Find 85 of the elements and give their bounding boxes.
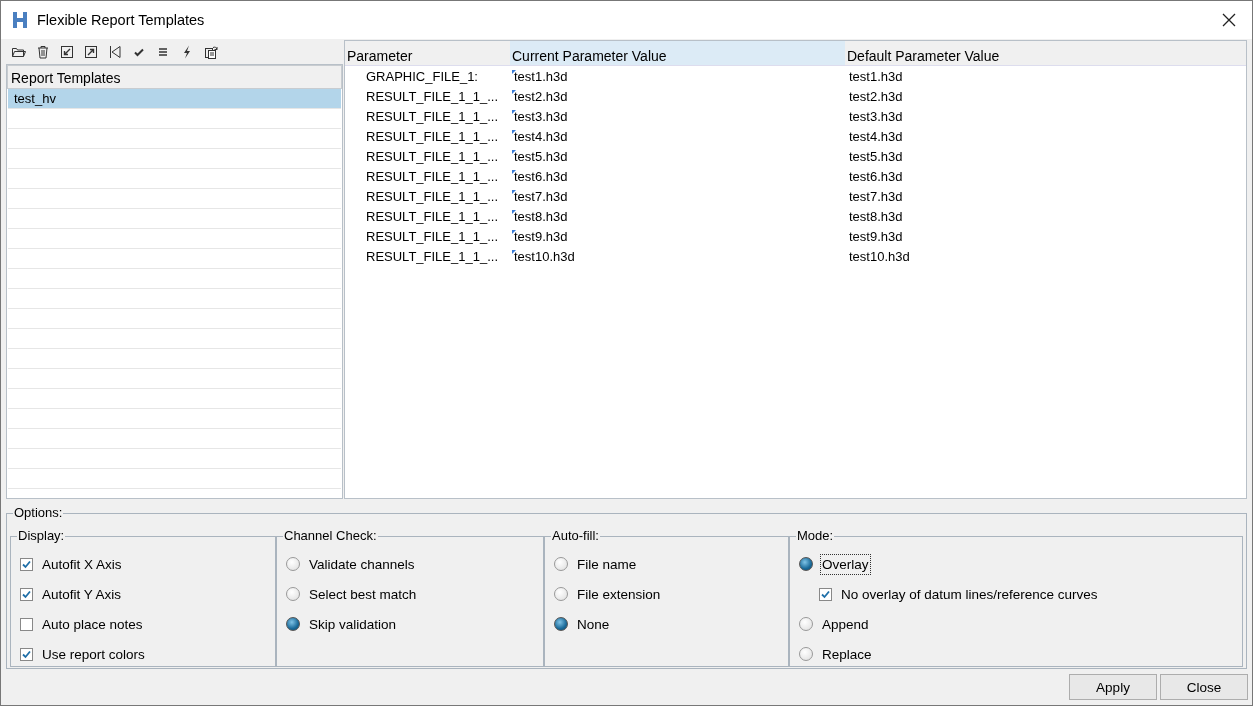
corner-marker-icon xyxy=(512,109,516,114)
option-label: File name xyxy=(576,555,638,574)
column-header[interactable]: Parameter xyxy=(345,41,510,65)
table-cell: RESULT_FILE_1_1_... xyxy=(366,188,498,204)
table-cell: test6.h3d xyxy=(514,168,568,184)
corner-marker-icon xyxy=(512,149,516,154)
column-header[interactable]: Default Parameter Value xyxy=(845,41,1246,65)
table-cell: test2.h3d xyxy=(849,88,903,104)
table-cell: RESULT_FILE_1_1_... xyxy=(366,248,498,264)
dialog-button[interactable]: Apply xyxy=(1069,674,1157,700)
radio-button[interactable] xyxy=(799,647,813,661)
table-cell: test7.h3d xyxy=(849,188,903,204)
option-label: Auto place notes xyxy=(41,615,144,634)
export-icon[interactable] xyxy=(83,44,99,60)
group-title: Display: xyxy=(17,528,66,544)
option-label: Validate channels xyxy=(308,555,416,574)
table-cell: test10.h3d xyxy=(849,248,910,264)
radio-button[interactable] xyxy=(554,617,568,631)
option-label: Use report colors xyxy=(41,645,146,664)
table-cell: RESULT_FILE_1_1_... xyxy=(366,208,498,224)
table-cell: test9.h3d xyxy=(514,228,568,244)
option-label: No overlay of datum lines/reference curves xyxy=(840,585,1099,604)
table-cell: GRAPHIC_FILE_1: xyxy=(366,68,478,84)
corner-marker-icon xyxy=(512,169,516,174)
close-icon[interactable] xyxy=(1222,13,1236,27)
table-cell: test10.h3d xyxy=(514,248,575,264)
radio-button[interactable] xyxy=(554,587,568,601)
corner-marker-icon xyxy=(512,89,516,94)
radio-button[interactable] xyxy=(286,557,300,571)
table-cell: RESULT_FILE_1_1_... xyxy=(366,128,498,144)
dialog-button[interactable]: Close xyxy=(1160,674,1248,700)
option-label: Select best match xyxy=(308,585,418,604)
trash-icon[interactable] xyxy=(35,44,51,60)
corner-marker-icon xyxy=(512,209,516,214)
table-cell: test5.h3d xyxy=(514,148,568,164)
list-item[interactable]: test_hv xyxy=(8,89,341,109)
corner-marker-icon xyxy=(512,229,516,234)
app-logo-icon xyxy=(12,11,28,29)
first-icon[interactable] xyxy=(107,44,123,60)
option-label: Autofit X Axis xyxy=(41,555,123,574)
radio-button[interactable] xyxy=(799,617,813,631)
column-header: Report Templates xyxy=(7,65,342,89)
table-cell: RESULT_FILE_1_1_... xyxy=(366,108,498,124)
option-label: None xyxy=(576,615,611,634)
checkbox[interactable] xyxy=(819,587,832,601)
table-cell: RESULT_FILE_1_1_... xyxy=(366,168,498,184)
option-label: Autofit Y Axis xyxy=(41,585,123,604)
corner-marker-icon xyxy=(512,69,516,74)
column-header[interactable]: Current Parameter Value xyxy=(510,41,845,65)
table-cell: test4.h3d xyxy=(849,128,903,144)
radio-button[interactable] xyxy=(799,557,813,571)
option-label: Overlay xyxy=(821,554,870,574)
table-cell: RESULT_FILE_1_1_... xyxy=(366,148,498,164)
checkbox[interactable] xyxy=(20,557,33,571)
group-title: Options: xyxy=(13,505,64,521)
table-cell: test7.h3d xyxy=(514,188,568,204)
checkbox[interactable] xyxy=(20,647,33,661)
table-cell: test4.h3d xyxy=(514,128,568,144)
table-cell: test5.h3d xyxy=(849,148,903,164)
table-cell: RESULT_FILE_1_1_... xyxy=(366,88,498,104)
radio-button[interactable] xyxy=(286,587,300,601)
corner-marker-icon xyxy=(512,249,516,254)
table-cell: test8.h3d xyxy=(849,208,903,224)
option-label: Append xyxy=(821,615,870,634)
table-cell: test1.h3d xyxy=(849,68,903,84)
corner-marker-icon xyxy=(512,189,516,194)
import-icon[interactable] xyxy=(59,44,75,60)
option-label: File extension xyxy=(576,585,662,604)
window-title: Flexible Report Templates xyxy=(37,12,206,28)
table-cell: test3.h3d xyxy=(514,108,568,124)
table-cell: test3.h3d xyxy=(849,108,903,124)
option-label: Replace xyxy=(821,645,873,664)
table-cell: test2.h3d xyxy=(514,88,568,104)
table-cell: test9.h3d xyxy=(849,228,903,244)
checkbox[interactable] xyxy=(20,587,33,601)
table-cell: test6.h3d xyxy=(849,168,903,184)
radio-button[interactable] xyxy=(554,557,568,571)
copy-icon[interactable] xyxy=(203,44,219,60)
radio-button[interactable] xyxy=(286,617,300,631)
option-label: Skip validation xyxy=(308,615,398,634)
checkbox[interactable] xyxy=(20,617,33,631)
table-cell: test8.h3d xyxy=(514,208,568,224)
corner-marker-icon xyxy=(512,129,516,134)
table-cell: test1.h3d xyxy=(514,68,568,84)
table-cell: RESULT_FILE_1_1_... xyxy=(366,228,498,244)
